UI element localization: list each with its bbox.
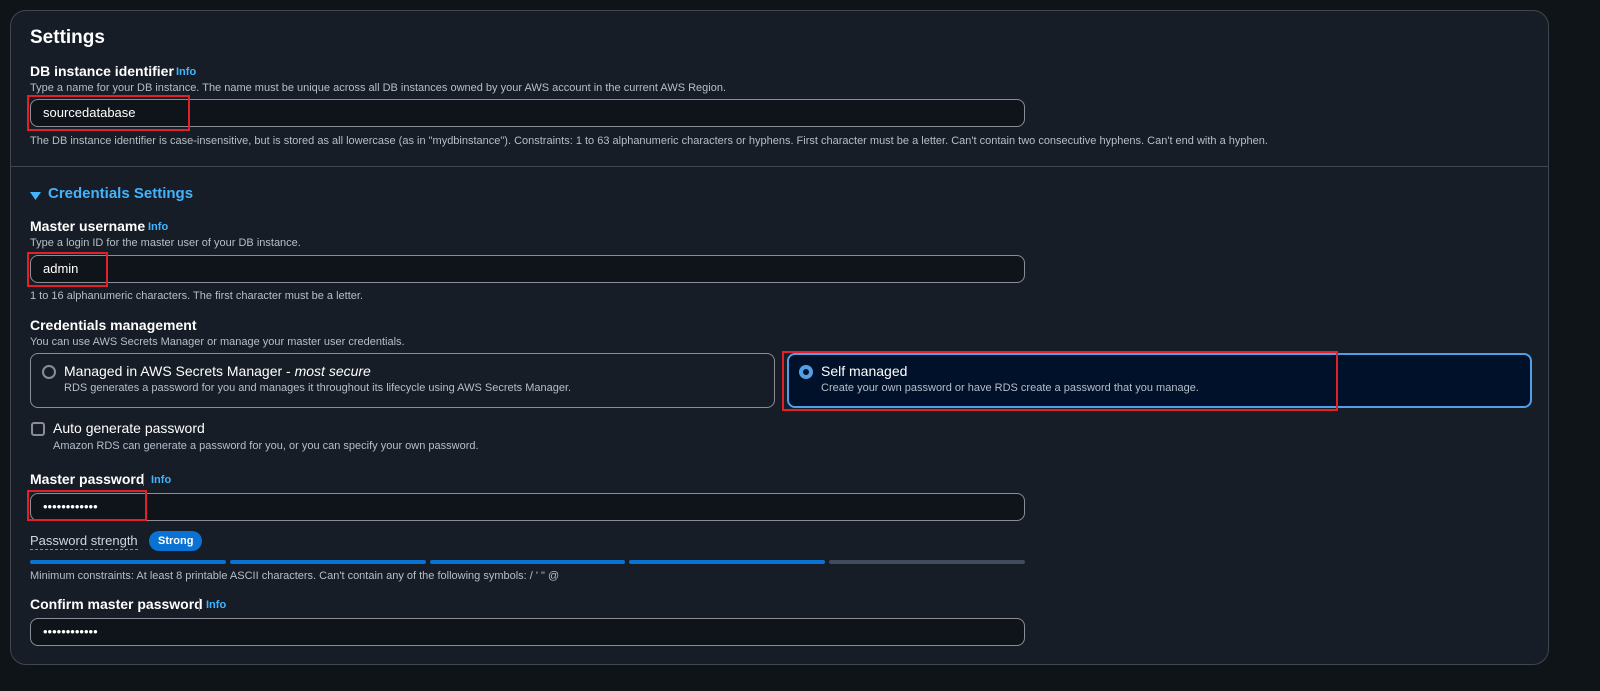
master-username-label: Master username: [30, 218, 146, 234]
label-separator: [199, 598, 200, 611]
db-identifier-info-link[interactable]: Info: [176, 66, 196, 78]
strength-segment: [629, 560, 826, 564]
highlight-box-db-identifier: [27, 95, 190, 131]
db-identifier-description: Type a name for your DB instance. The na…: [30, 82, 727, 94]
highlight-box-password: [27, 490, 147, 521]
password-strength-badge: Strong: [149, 531, 203, 551]
option-secrets-manager[interactable]: Managed in AWS Secrets Manager - most se…: [30, 353, 775, 408]
credentials-settings-toggle[interactable]: Credentials Settings: [48, 185, 193, 202]
master-password-constraint: Minimum constraints: At least 8 printabl…: [30, 570, 560, 582]
master-username-constraint: 1 to 16 alphanumeric characters. The fir…: [30, 290, 364, 302]
section-divider: [11, 166, 1548, 167]
auto-generate-description: Amazon RDS can generate a password for y…: [53, 440, 479, 452]
highlight-box-username: [27, 252, 108, 287]
option-secrets-manager-title: Managed in AWS Secrets Manager - most se…: [64, 363, 371, 379]
master-password-input[interactable]: ••••••••••••: [30, 493, 1025, 521]
expand-caret-icon[interactable]: [30, 188, 41, 200]
auto-generate-checkbox[interactable]: [31, 422, 45, 436]
strength-segment: [429, 560, 626, 564]
master-username-input[interactable]: admin: [30, 255, 1025, 283]
option-secrets-manager-description: RDS generates a password for you and man…: [64, 382, 572, 394]
settings-heading: Settings: [30, 27, 105, 48]
confirm-password-label: Confirm master password: [30, 596, 203, 612]
db-identifier-constraint: The DB instance identifier is case-insen…: [30, 135, 1268, 147]
label-separator: [143, 473, 144, 486]
master-username-info-link[interactable]: Info: [148, 221, 168, 233]
password-strength-label[interactable]: Password strength: [30, 533, 138, 550]
credentials-management-label: Credentials management: [30, 317, 197, 333]
master-password-info-link[interactable]: Info: [151, 474, 171, 486]
radio-secrets-manager[interactable]: [42, 365, 56, 379]
strength-segment: [829, 560, 1025, 564]
db-identifier-label: DB instance identifier: [30, 63, 174, 79]
master-username-description: Type a login ID for the master user of y…: [30, 237, 301, 249]
credentials-management-description: You can use AWS Secrets Manager or manag…: [30, 336, 405, 348]
highlight-box-self-managed: [782, 351, 1338, 411]
settings-panel: Settings DB instance identifier Info Typ…: [10, 10, 1549, 665]
strength-segment: [30, 560, 226, 564]
confirm-password-info-link[interactable]: Info: [206, 599, 226, 611]
auto-generate-label: Auto generate password: [53, 420, 205, 436]
strength-segment: [229, 560, 426, 564]
confirm-password-input[interactable]: ••••••••••••: [30, 618, 1025, 646]
master-password-label: Master password: [30, 471, 145, 487]
